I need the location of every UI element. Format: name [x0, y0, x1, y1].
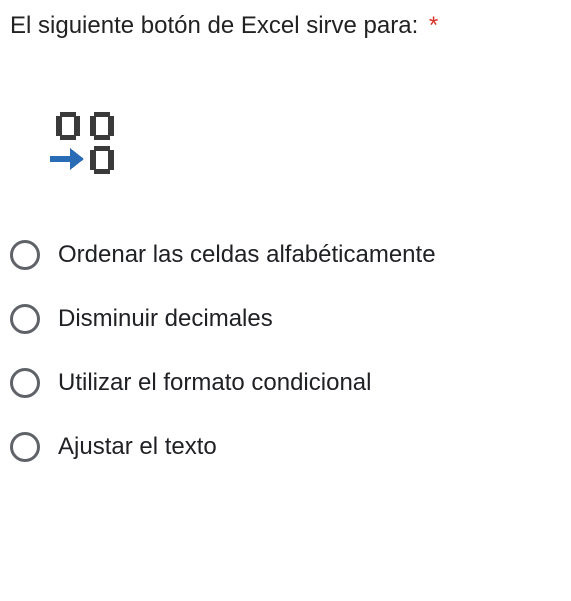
decrease-decimal-icon	[50, 110, 130, 180]
question-image	[50, 110, 561, 185]
option-label: Ajustar el texto	[58, 433, 217, 461]
option-ajustar-texto[interactable]: Ajustar el texto	[10, 432, 561, 462]
question-text: El siguiente botón de Excel sirve para:	[10, 12, 418, 39]
radio-icon	[10, 432, 40, 462]
required-marker: *	[429, 12, 438, 39]
question-prompt: El siguiente botón de Excel sirve para: …	[10, 12, 561, 40]
option-formato-condicional[interactable]: Utilizar el formato condicional	[10, 368, 561, 398]
option-disminuir[interactable]: Disminuir decimales	[10, 304, 561, 334]
radio-icon	[10, 368, 40, 398]
option-label: Utilizar el formato condicional	[58, 369, 371, 397]
options-group: Ordenar las celdas alfabéticamente Dismi…	[10, 240, 561, 462]
option-ordenar[interactable]: Ordenar las celdas alfabéticamente	[10, 240, 561, 270]
option-label: Ordenar las celdas alfabéticamente	[58, 241, 436, 269]
radio-icon	[10, 240, 40, 270]
radio-icon	[10, 304, 40, 334]
option-label: Disminuir decimales	[58, 305, 273, 333]
